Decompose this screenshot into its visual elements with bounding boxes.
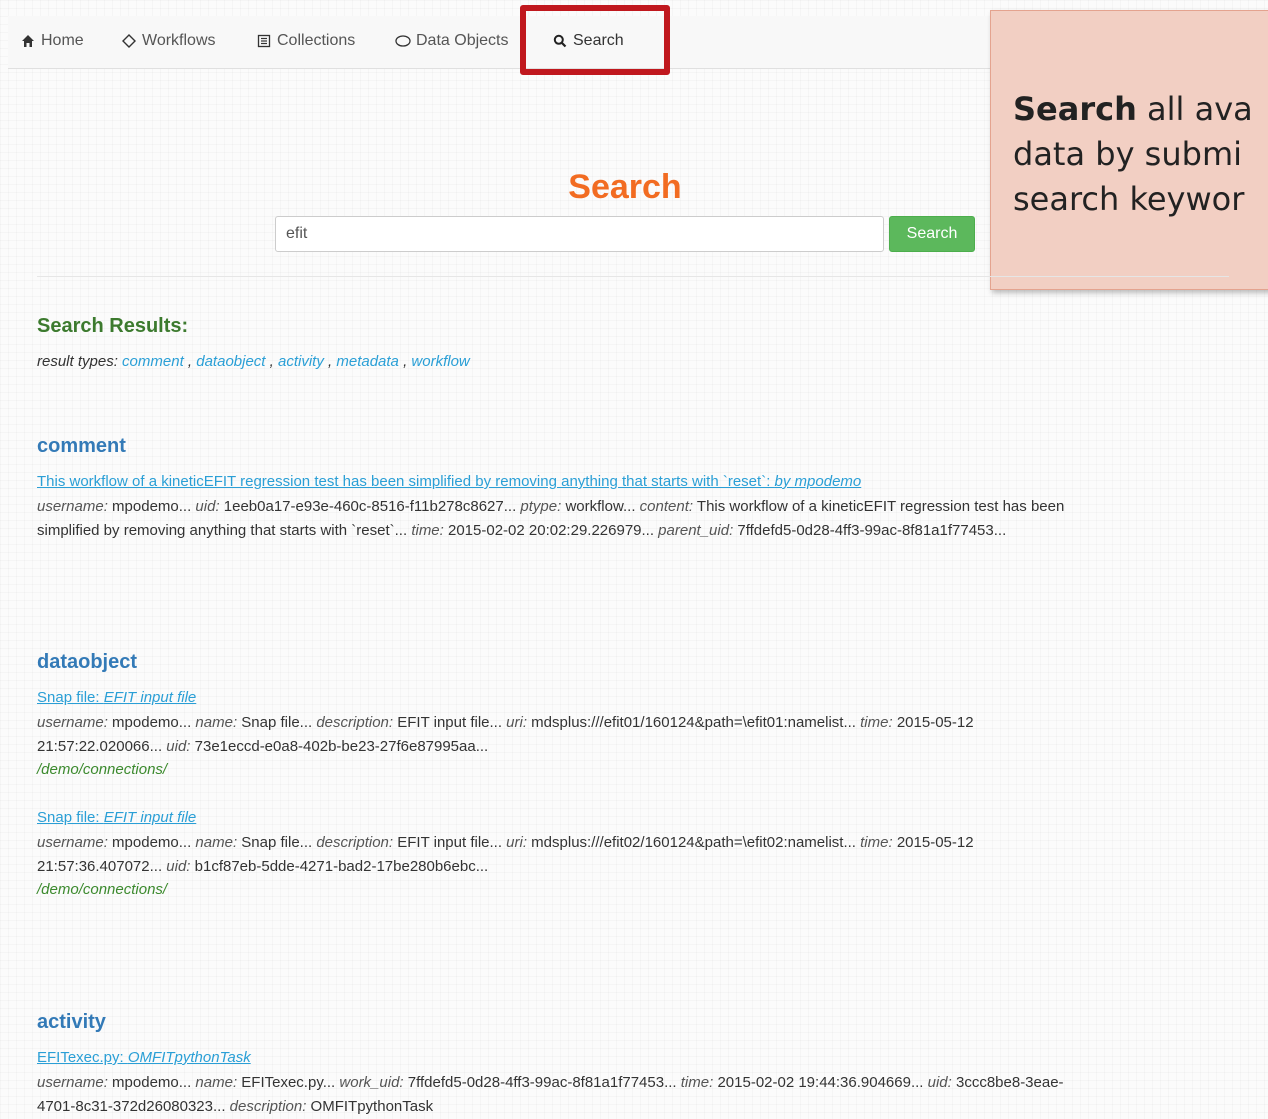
- callout-bold: Search: [1013, 90, 1137, 128]
- result-type-comment[interactable]: comment: [122, 353, 184, 370]
- results-heading: Search Results:: [37, 315, 189, 337]
- nav-collections-label: Collections: [277, 32, 356, 49]
- dataobject-link-desc: EFIT input file: [103, 809, 197, 826]
- search-button[interactable]: Search: [889, 216, 975, 252]
- dataobject-meta-line2: 21:57:36.407072... uid: b1cf87eb-5dde-42…: [37, 858, 489, 875]
- comment-link-author: by mpodemo: [774, 473, 862, 490]
- result-type-activity[interactable]: activity: [278, 353, 324, 370]
- comment-result-link[interactable]: This workflow of a kineticEFIT regressio…: [37, 473, 861, 490]
- diamond-icon: [121, 33, 137, 49]
- dataobject-path-link[interactable]: /demo/connections/: [37, 761, 167, 778]
- comment-result-meta: username: mpodemo... uid: 1eeb0a17-e93e-…: [37, 495, 1227, 543]
- comment-link-text: This workflow of a kineticEFIT regressio…: [37, 473, 775, 490]
- nav-data-objects-label: Data Objects: [416, 32, 509, 49]
- nav-workflows[interactable]: Workflows: [121, 32, 216, 50]
- section-heading-comment: comment: [37, 435, 126, 457]
- dataobject-link-name: Snap file:: [37, 689, 104, 706]
- dataobject-link-desc: EFIT input file: [103, 689, 197, 706]
- result-type-metadata[interactable]: metadata: [336, 353, 399, 370]
- page-title: Search: [568, 168, 682, 206]
- activity-link-name: EFITexec.py:: [37, 1049, 128, 1066]
- callout-line1: all ava: [1136, 90, 1253, 128]
- result-types-label: result types:: [37, 353, 118, 370]
- callout-box: Search all ava data by submi search keyw…: [990, 10, 1268, 290]
- search-input[interactable]: [275, 216, 884, 252]
- nav-home[interactable]: Home: [20, 32, 84, 50]
- dataobject-result-link[interactable]: Snap file: EFIT input file: [37, 689, 196, 706]
- divider: [37, 276, 1229, 277]
- dataobject-meta-line1: username: mpodemo... name: Snap file... …: [37, 714, 974, 731]
- nav-home-label: Home: [41, 32, 84, 49]
- result-type-dataobject[interactable]: dataobject: [196, 353, 265, 370]
- home-icon: [20, 33, 36, 49]
- dataobject-result-link[interactable]: Snap file: EFIT input file: [37, 809, 196, 826]
- circle-icon: [395, 33, 411, 49]
- section-heading-activity: activity: [37, 1011, 106, 1033]
- dataobject-path-link[interactable]: /demo/connections/: [37, 881, 167, 898]
- activity-link-desc: OMFITpythonTask: [127, 1049, 251, 1066]
- section-heading-dataobject: dataobject: [37, 651, 138, 673]
- activity-meta-line1: username: mpodemo... name: EFITexec.py..…: [37, 1074, 1064, 1091]
- list-icon: [256, 33, 272, 49]
- nav-collections[interactable]: Collections: [256, 32, 355, 50]
- result-types: result types: comment , dataobject , act…: [37, 353, 470, 370]
- nav-data-objects[interactable]: Data Objects: [395, 32, 508, 50]
- comment-meta-line1: username: mpodemo... uid: 1eeb0a17-e93e-…: [37, 498, 1065, 515]
- result-type-workflow[interactable]: workflow: [411, 353, 469, 370]
- dataobject-link-name: Snap file:: [37, 809, 104, 826]
- activity-result-meta: username: mpodemo... name: EFITexec.py..…: [37, 1071, 1227, 1119]
- dataobject-result-meta: username: mpodemo... name: Snap file... …: [37, 831, 1227, 879]
- nav-search-highlight: [520, 5, 670, 75]
- dataobject-meta-line2: 21:57:22.020066... uid: 73e1eccd-e0a8-40…: [37, 738, 489, 755]
- activity-meta-line2: 4701-8c31-372d26080323... description: O…: [37, 1098, 434, 1115]
- activity-result-link[interactable]: EFITexec.py: OMFITpythonTask: [37, 1049, 251, 1066]
- dataobject-meta-line1: username: mpodemo... name: Snap file... …: [37, 834, 974, 851]
- nav-workflows-label: Workflows: [142, 32, 216, 49]
- comment-meta-line2: simplified by removing anything that sta…: [37, 522, 1007, 539]
- dataobject-result-meta: username: mpodemo... name: Snap file... …: [37, 711, 1227, 759]
